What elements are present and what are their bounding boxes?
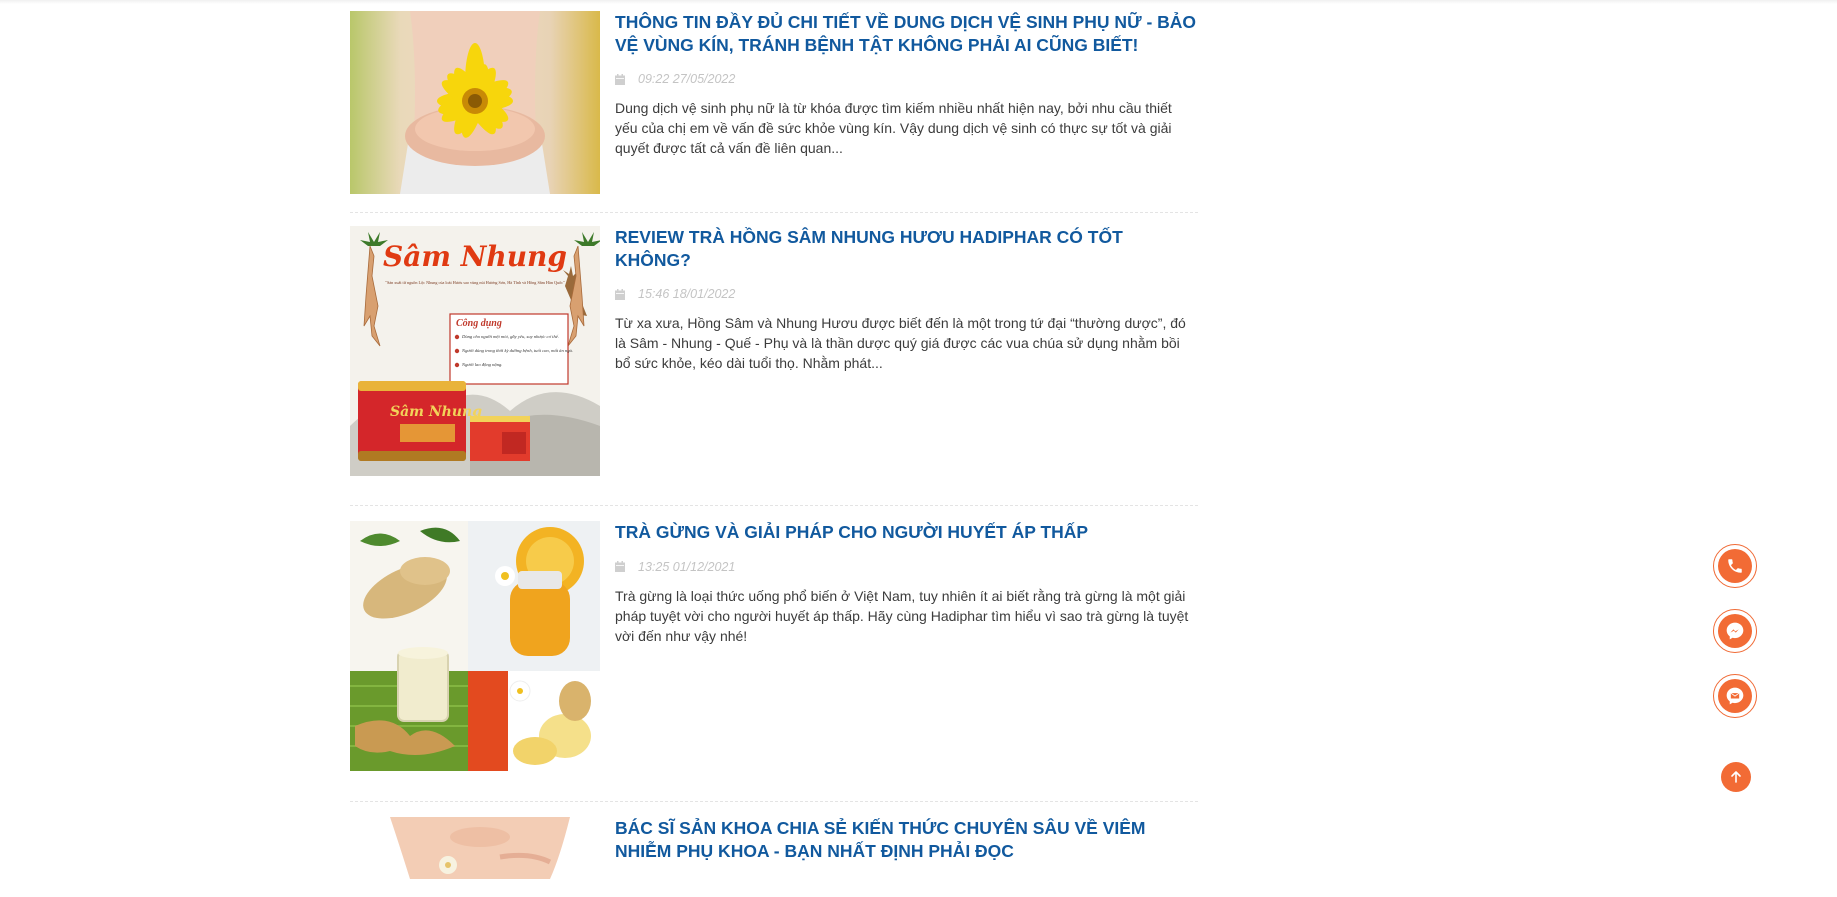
article-thumbnail[interactable]: Sâm Nhung "Sản xuất từ nguồn Lộc Nhung c… xyxy=(350,226,600,476)
abdomen-image xyxy=(350,817,600,879)
messenger-button[interactable] xyxy=(1713,609,1757,653)
article-thumbnail[interactable] xyxy=(350,521,600,771)
calendar-icon xyxy=(615,288,625,300)
article-title[interactable]: BÁC SĨ SẢN KHOA CHIA SẺ KIẾN THỨC CHUYÊN… xyxy=(615,817,1198,862)
phone-icon xyxy=(1728,559,1742,573)
calendar-icon xyxy=(615,73,625,85)
article-content: REVIEW TRÀ HỒNG SÂM NHUNG HƯƠU HADIPHAR … xyxy=(615,226,1198,373)
article-date-text: 09:22 27/05/2022 xyxy=(638,72,736,86)
article-list: THÔNG TIN ĐẦY ĐỦ CHI TIẾT VỀ DUNG DỊCH V… xyxy=(350,11,1198,897)
article-content: THÔNG TIN ĐẦY ĐỦ CHI TIẾT VỀ DUNG DỊCH V… xyxy=(615,11,1198,158)
arrow-up-icon xyxy=(1731,771,1741,783)
article-date-text: 13:25 01/12/2021 xyxy=(638,559,736,574)
list-item: TRÀ GỪNG VÀ GIẢI PHÁP CHO NGƯỜI HUYẾT ÁP… xyxy=(350,521,1198,802)
article-content: BÁC SĨ SẢN KHOA CHIA SẺ KIẾN THỨC CHUYÊN… xyxy=(615,817,1198,862)
article-excerpt: Từ xa xưa, Hồng Sâm và Nhung Hươu được b… xyxy=(615,315,1186,371)
article-title[interactable]: REVIEW TRÀ HỒNG SÂM NHUNG HƯƠU HADIPHAR … xyxy=(615,226,1198,271)
call-button[interactable] xyxy=(1713,544,1757,588)
use-item-3: Người lao động nặng. xyxy=(461,362,502,367)
flower-hands-image xyxy=(350,11,600,194)
product-tin-image: Sâm Nhung xyxy=(358,381,482,461)
list-item: BÁC SĨ SẢN KHOA CHIA SẺ KIẾN THỨC CHUYÊN… xyxy=(350,817,1198,897)
article-excerpt: Dung dịch vệ sinh phụ nữ là từ khóa được… xyxy=(615,100,1172,156)
article-title[interactable]: TRÀ GỪNG VÀ GIẢI PHÁP CHO NGƯỜI HUYẾT ÁP… xyxy=(615,521,1198,544)
list-item: THÔNG TIN ĐẦY ĐỦ CHI TIẾT VỀ DUNG DỊCH V… xyxy=(350,11,1198,213)
calendar-icon xyxy=(615,561,625,572)
mail-icon xyxy=(1726,687,1744,705)
svg-text:Sâm Nhung: Sâm Nhung xyxy=(390,404,482,420)
email-button[interactable] xyxy=(1713,674,1757,718)
article-date: 15:46 18/01/2022 xyxy=(615,286,1198,302)
scroll-to-top-button[interactable] xyxy=(1721,762,1751,792)
sam-nhung-product-image: Sâm Nhung "Sản xuất từ nguồn Lộc Nhung c… xyxy=(350,226,600,476)
article-thumbnail[interactable] xyxy=(350,817,600,879)
article-thumbnail[interactable] xyxy=(350,11,600,194)
article-date: 09:22 27/05/2022 xyxy=(615,71,1198,87)
uses-title-text: Công dụng xyxy=(456,318,502,329)
article-title[interactable]: THÔNG TIN ĐẦY ĐỦ CHI TIẾT VỀ DUNG DỊCH V… xyxy=(615,11,1198,56)
article-date-text: 15:46 18/01/2022 xyxy=(638,287,736,301)
article-date: 13:25 01/12/2021 xyxy=(615,559,1198,575)
article-excerpt: Trà gừng là loại thức uống phổ biến ở Vi… xyxy=(615,587,1189,644)
messenger-icon xyxy=(1726,622,1744,640)
product-box-image xyxy=(470,416,530,461)
sam-nhung-brand-text: Sâm Nhung xyxy=(383,240,567,273)
ginger-tea-image xyxy=(350,521,600,771)
header-shadow xyxy=(0,0,1837,4)
article-content: TRÀ GỪNG VÀ GIẢI PHÁP CHO NGƯỜI HUYẾT ÁP… xyxy=(615,521,1198,646)
list-item: Sâm Nhung "Sản xuất từ nguồn Lộc Nhung c… xyxy=(350,226,1198,506)
